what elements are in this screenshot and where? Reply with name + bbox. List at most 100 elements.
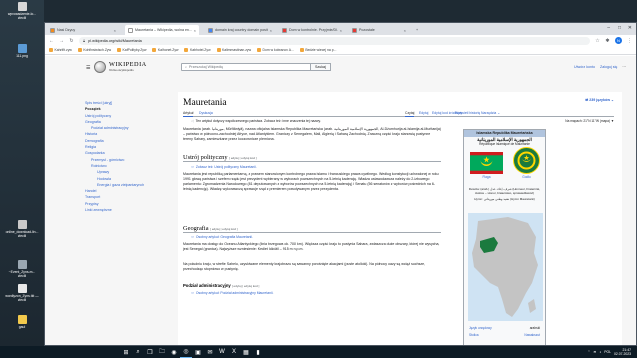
hamburger-menu-icon[interactable]: ☰	[86, 65, 90, 71]
bookmark-item[interactable]: Kohfinsiwisch.Zyw	[77, 48, 111, 52]
coordinates[interactable]: Na mapach: 21°N 11°W (mapa) ▼	[565, 119, 614, 123]
clock[interactable]: 21:47 02.07.2023	[614, 348, 631, 356]
edge-icon[interactable]: ◉	[168, 346, 180, 358]
see-also-politics: ⇨ Zobacz też: Ustrój polityczny Mauretan…	[191, 165, 257, 169]
file-explorer-icon[interactable]: 🗀	[156, 346, 168, 358]
bookmark-item[interactable]: Kalhonet.Zyw	[152, 48, 178, 52]
word-icon[interactable]: W	[216, 346, 228, 358]
tab-strip: – □ ✕ Nasi Dzyuy × Mauretania – Wikipedia,…	[45, 23, 636, 35]
windows-icon[interactable]: ⊞	[120, 346, 132, 358]
star-icon[interactable]: ☆	[595, 38, 600, 44]
back-icon[interactable]: ←	[49, 38, 54, 44]
wifi-icon[interactable]: ≋	[593, 350, 596, 354]
search-icon[interactable]: ⌕	[132, 346, 144, 358]
browser-tab[interactable]: Mauretania – Wikipedia, wolna en... ×	[125, 25, 199, 35]
login-link[interactable]: Zaloguj się	[600, 65, 617, 69]
edit-section-link[interactable]: [ edytuj | edytuj kod ]	[232, 284, 259, 288]
infobox-key[interactable]: Stolica	[469, 333, 479, 337]
close-tab-icon[interactable]: ×	[340, 28, 342, 33]
desktop-icon[interactable]: online_download-lin... zlecili	[2, 220, 42, 238]
photos-icon[interactable]: ▦	[240, 346, 252, 358]
file-icon	[17, 220, 27, 229]
see-also-link[interactable]: Zobacz też: Ustrój polityczny Mauretanii…	[196, 165, 257, 169]
terminal-icon[interactable]: ▮	[252, 346, 264, 358]
infobox-key[interactable]: Język urzędowy	[469, 326, 492, 330]
store-icon[interactable]: ▣	[192, 346, 204, 358]
browser-tab[interactable]: domain kraj country domain posit... ×	[205, 25, 275, 35]
excel-icon[interactable]: X	[228, 346, 240, 358]
bookmark-item[interactable]: Bedzie wiecej na p...	[299, 48, 336, 52]
flag-caption[interactable]: Flaga	[470, 175, 503, 179]
mail-icon[interactable]: ✉	[204, 346, 216, 358]
maximize-button[interactable]: □	[618, 25, 621, 31]
bookmark-item[interactable]: Kalimmastinan.zyw	[216, 48, 251, 52]
desktop-icon[interactable]: wprowadzenie-lo... zlecili	[2, 2, 42, 20]
close-tab-icon[interactable]: ×	[114, 28, 116, 33]
profile-avatar[interactable]: N	[615, 37, 622, 44]
bookmark-item[interactable]: KafPolityby.Zyw	[117, 48, 146, 52]
location-map[interactable]	[468, 213, 543, 321]
browser-tab[interactable]: Dom w kontrolnie. Przyjmie/Dl... ×	[279, 25, 345, 35]
page-tab[interactable]: Wyświetl historię	[455, 111, 480, 115]
see-also-link[interactable]: Osobny artykuł: Geografia Mauretanii.	[196, 235, 253, 239]
more-options-icon[interactable]: ⋯	[622, 65, 626, 69]
infobox-value: arabski	[529, 326, 540, 330]
bookmark-folder-icon	[49, 48, 53, 52]
coat-of-arms-image[interactable]	[513, 147, 540, 174]
language-selector[interactable]: ⇄ 239 języków ⌄	[585, 98, 614, 102]
menu-icon[interactable]: ⋮	[627, 38, 632, 44]
browser-tab[interactable]: Nasi Dzyuy ×	[47, 25, 119, 35]
toc-item[interactable]: Linki zewnętrzne	[85, 207, 157, 213]
desktop-icon[interactable]: wordlyzon_Zyns.tkt — zlecili	[2, 284, 42, 302]
page-tab[interactable]: Narzędzia ⌄	[481, 111, 500, 115]
minimize-button[interactable]: –	[607, 25, 610, 31]
task-view-icon[interactable]: ❐	[144, 346, 156, 358]
language-indicator[interactable]: POL	[604, 350, 611, 354]
close-window-button[interactable]: ✕	[628, 25, 632, 31]
bookmark-folder-icon	[299, 48, 304, 52]
close-tab-icon[interactable]: ×	[404, 28, 406, 33]
close-tab-icon[interactable]: ×	[194, 28, 196, 33]
file-icon	[17, 44, 27, 53]
reload-icon[interactable]: ↻	[69, 38, 74, 44]
search-input[interactable]: ⌕ Przeszukaj Wikipedię	[181, 63, 311, 71]
extensions-icon[interactable]: ✱	[605, 38, 610, 44]
desktop-icon[interactable]: 111.png	[2, 44, 42, 58]
infobox-motto: Dewiza: (arab.) شرف، إخاء، عدل (Honneur,…	[468, 187, 541, 195]
favicon-icon	[50, 27, 55, 33]
close-tab-icon[interactable]: ×	[270, 28, 272, 33]
page-tab[interactable]: Artykuł	[183, 111, 194, 117]
bookmark-item[interactable]: Kahrifit.zyw	[49, 48, 72, 52]
forward-icon[interactable]: →	[59, 38, 64, 44]
see-also-link[interactable]: Osobny artykuł: Podział administracyjny …	[196, 291, 274, 295]
geography-paragraph-1: Mauretania ma dostęp do Oceanu Atlantyck…	[183, 242, 440, 251]
flag-image[interactable]	[470, 152, 503, 174]
page-tab[interactable]: Czytaj	[405, 111, 415, 117]
address-bar[interactable]: 🔒︎ pl.wikipedia.org/wiki/Mauretania	[79, 36, 590, 45]
bookmark-item[interactable]: Kabhotel.Zyw	[184, 48, 211, 52]
infobox-value[interactable]: Nawakszut	[524, 333, 540, 337]
taskbar: ⊞ ⌕ ❐ 🗀 ◉ ◎ ▣ ✉ W X ▦ ▮ ⌃ ≋ ◖ POL 21:47 02.07.2023	[0, 346, 637, 358]
search-button[interactable]: Szukaj	[311, 63, 331, 71]
desktop-icon[interactable]: gaul	[2, 315, 42, 329]
wikipedia-logo[interactable]: WIKIPEDIA Wolna encyklopedia	[94, 61, 147, 73]
bookmark-label: Kabhotel.Zyw	[189, 48, 211, 52]
chevron-up-icon[interactable]: ⌃	[587, 350, 590, 354]
volume-icon[interactable]: ◖	[599, 350, 601, 354]
new-tab-button[interactable]: +	[413, 25, 421, 35]
article-content: Mauretania ⇄ 239 języków ⌄ Artykuł Dyskus…	[178, 92, 622, 345]
page-tab[interactable]: Dyskusja	[199, 111, 213, 115]
edit-section-link[interactable]: [ edytuj | edytuj kod ]	[229, 156, 256, 160]
page-tab[interactable]: Edytuj	[419, 111, 428, 115]
seal-caption[interactable]: Godło	[513, 175, 540, 179]
bookmark-label: KafPolityby.Zyw	[122, 48, 147, 52]
url-text: pl.wikipedia.org/wiki/Mauretania	[88, 38, 142, 43]
desktop-icon[interactable]: ~Event_Zyns-m... zlecili	[2, 260, 42, 278]
edit-section-link[interactable]: [ edytuj | edytuj kod ]	[210, 227, 237, 231]
section-heading-geography: Geografia [ edytuj | edytuj kod ]	[183, 225, 441, 233]
create-account-link[interactable]: Utwórz konto	[574, 65, 595, 69]
browser-tab[interactable]: Pozostałe ×	[349, 25, 409, 35]
bookmark-item[interactable]: Dom w kolwsnov A...	[257, 48, 294, 52]
favicon-icon	[282, 27, 287, 33]
chrome-icon[interactable]: ◎	[180, 346, 192, 358]
